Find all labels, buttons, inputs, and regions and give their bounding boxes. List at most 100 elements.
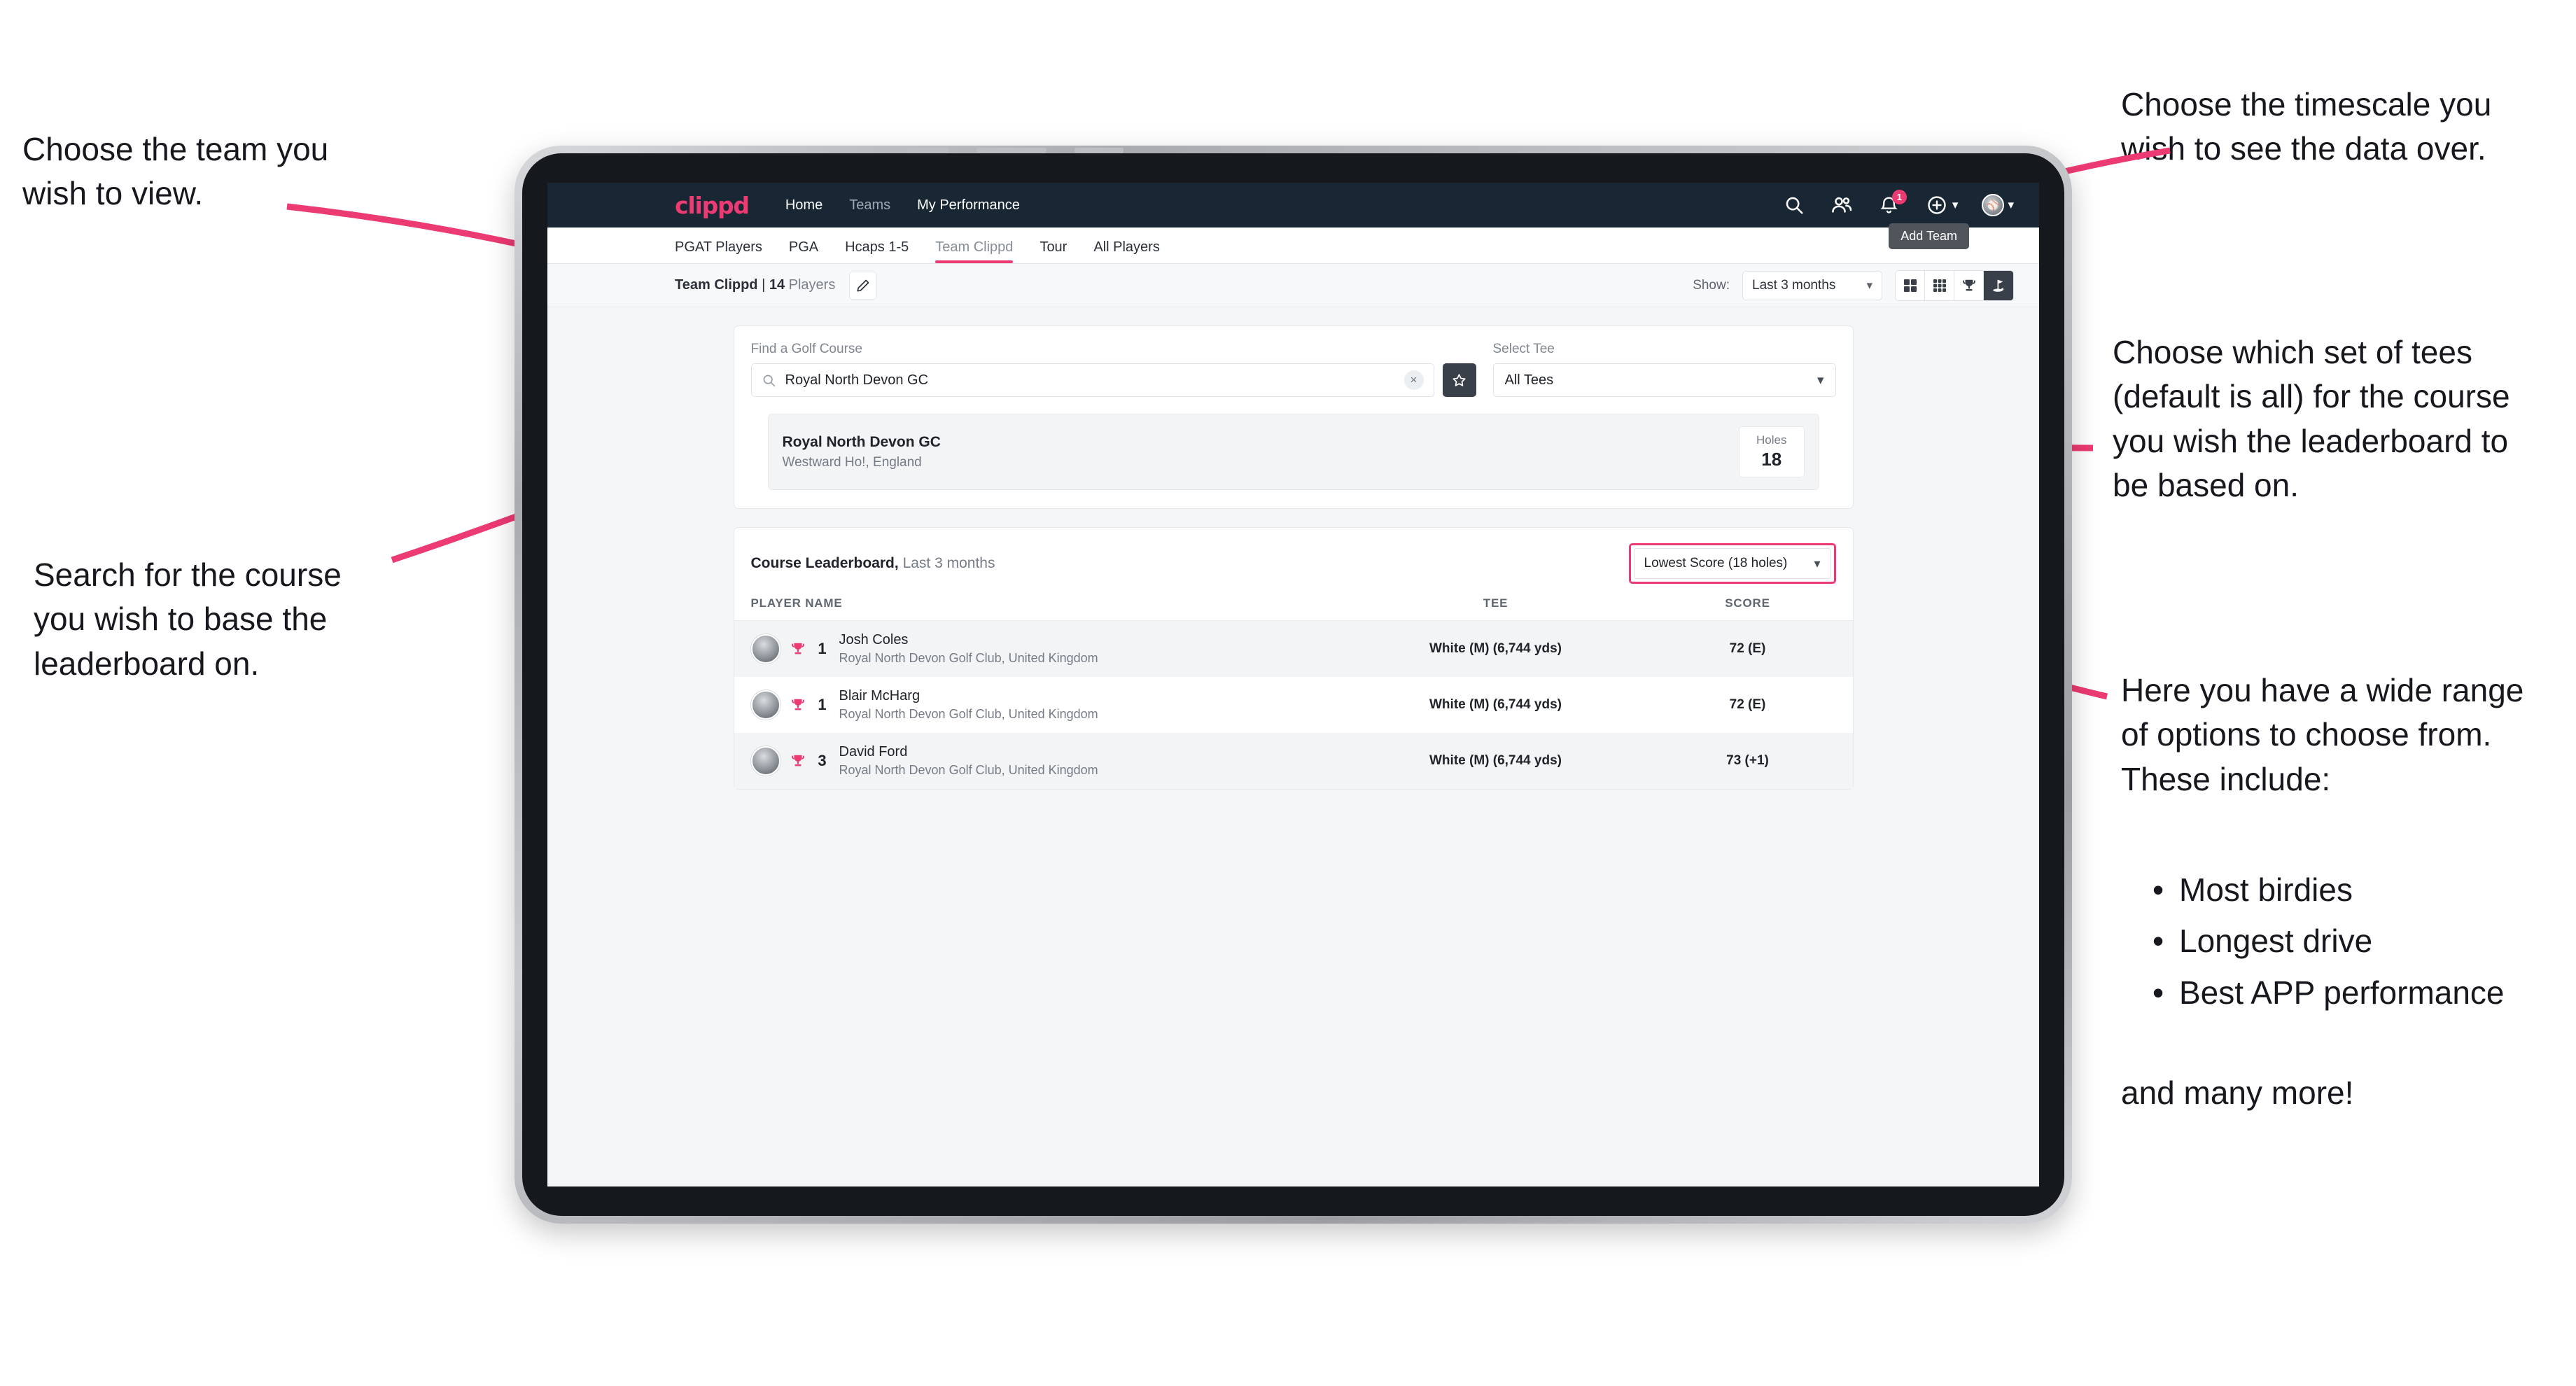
tab-hcaps-1-5[interactable]: Hcaps 1-5 — [845, 239, 909, 263]
tab-all-players[interactable]: All Players — [1093, 239, 1159, 263]
leaderboard-title-sub: Last 3 months — [898, 555, 995, 571]
find-course-label: Find a Golf Course — [750, 342, 862, 356]
course-search-card: Find a Golf Course Royal North Devon GC … — [733, 326, 1854, 509]
search-input-line: Royal North Devon GC × — [750, 363, 1476, 397]
tee-select[interactable]: All Tees ▾ — [1492, 363, 1836, 397]
annotation-tees: Choose which set of tees (default is all… — [2113, 334, 2510, 504]
tablet-bezel: clippd Home Teams My Performance 1 ▾ ⚾ ▾… — [522, 153, 2064, 1216]
player-count: 14 — [769, 277, 785, 293]
separator: | — [757, 277, 769, 293]
metric-select-value: Lowest Score (18 holes) — [1644, 556, 1788, 570]
option-label: Most birdies — [2179, 872, 2353, 908]
list-item: • Most birdies — [2152, 868, 2576, 912]
column-player-name: PLAYER NAME — [734, 596, 1349, 621]
plus-circle-icon[interactable] — [1925, 193, 1949, 217]
holes-label: Holes — [1756, 433, 1787, 447]
player-cell: 1 Josh Coles Royal North Devon Golf Club… — [750, 631, 1349, 666]
trophy-icon — [791, 755, 804, 766]
annotation-timescale: Choose the timescale you wish to see the… — [2121, 86, 2492, 167]
course-pin-view-button[interactable] — [1984, 270, 2013, 300]
table-row[interactable]: 1 Josh Coles Royal North Devon Golf Club… — [734, 620, 1853, 677]
player-club: Royal North Devon Golf Club, United King… — [839, 762, 1098, 777]
grid-3x3-view-button[interactable] — [1925, 270, 1954, 300]
list-item: • Longest drive — [2152, 919, 2576, 963]
trophy-icon — [1962, 279, 1975, 290]
header-actions: 1 ▾ ⚾ ▾ — [1782, 190, 2014, 217]
trophy-icon — [791, 699, 804, 710]
clear-search-button[interactable]: × — [1404, 370, 1424, 390]
leaderboard-title: Course Leaderboard, Last 3 months — [751, 555, 995, 572]
annotation-options-outro: and many more! — [2121, 1074, 2354, 1111]
avatar — [750, 634, 780, 664]
player-tee: White (M) (6,744 yds) — [1429, 752, 1562, 768]
device-button — [1074, 148, 1124, 153]
player-score: 72 (E) — [1729, 696, 1766, 712]
player-name: Blair McHarg — [839, 687, 920, 704]
notification-badge: 1 — [1891, 190, 1907, 204]
trophy-view-button[interactable] — [1954, 270, 1984, 300]
nav-link-home[interactable]: Home — [785, 197, 822, 214]
annotation-options-list: • Most birdies • Longest drive • Best AP… — [2152, 868, 2576, 1022]
main-content: Find a Golf Course Royal North Devon GC … — [547, 307, 2039, 790]
player-info: David Ford Royal North Devon Golf Club, … — [839, 744, 1098, 778]
favourite-course-button[interactable] — [1442, 363, 1476, 397]
leaderboard-table-body: 1 Josh Coles Royal North Devon Golf Club… — [734, 620, 1853, 789]
team-name: Team Clippd — [675, 277, 758, 293]
chevron-down-icon: ▾ — [1866, 278, 1872, 292]
table-row[interactable]: 1 Blair McHarg Royal North Devon Golf Cl… — [734, 677, 1853, 733]
bullet-icon: • — [2152, 872, 2164, 908]
team-tabs: PGAT Players PGA Hcaps 1-5 Team Clippd T… — [547, 223, 2039, 264]
metric-select[interactable]: Lowest Score (18 holes) ▾ — [1633, 548, 1831, 579]
search-input[interactable]: Royal North Devon GC × — [750, 363, 1434, 397]
option-label: Longest drive — [2179, 923, 2373, 960]
column-score: SCORE — [1642, 596, 1853, 621]
device-button — [906, 148, 948, 153]
player-tee: White (M) (6,744 yds) — [1429, 696, 1562, 712]
rank-value: 3 — [818, 751, 827, 769]
avatar[interactable]: ⚾ — [1982, 194, 2005, 216]
grid-2x2-view-button[interactable] — [1896, 270, 1925, 300]
holes-badge: Holes 18 — [1739, 426, 1805, 477]
edit-team-button[interactable] — [849, 271, 878, 300]
add-team-tooltip: Add Team — [1889, 223, 1969, 249]
annotation-options-intro: Here you have a wide range of options to… — [2121, 672, 2524, 797]
star-icon — [1452, 373, 1466, 386]
avatar — [750, 690, 780, 720]
avatar — [750, 746, 780, 776]
tab-tour[interactable]: Tour — [1040, 239, 1067, 263]
nav-link-teams[interactable]: Teams — [849, 197, 890, 214]
chevron-down-icon: ▾ — [1814, 556, 1821, 570]
tee-select-value: All Tees — [1504, 372, 1554, 388]
bell-icon[interactable]: 1 — [1877, 190, 1907, 217]
table-row[interactable]: 3 David Ford Royal North Devon Golf Club… — [734, 732, 1853, 789]
search-icon — [763, 374, 775, 386]
rank-value: 1 — [818, 695, 827, 713]
course-leaderboard-card: Course Leaderboard, Last 3 months Lowest… — [733, 527, 1854, 790]
add-menu[interactable]: ▾ — [1925, 193, 1959, 217]
tab-pgat-players[interactable]: PGAT Players — [675, 239, 762, 263]
people-icon[interactable] — [1830, 193, 1854, 217]
chevron-down-icon: ▾ — [1952, 198, 1959, 211]
player-club: Royal North Devon Golf Club, United King… — [839, 650, 1098, 665]
player-name: Josh Coles — [839, 631, 909, 648]
golf-flag-icon — [1993, 279, 2004, 292]
timescale-select[interactable]: Last 3 months ▾ — [1742, 270, 1882, 300]
chevron-down-icon: ▾ — [1816, 372, 1824, 388]
rank-value: 1 — [818, 639, 827, 657]
trophy-icon — [791, 643, 804, 654]
search-icon[interactable] — [1782, 193, 1806, 217]
annotation-choose-team: Choose the team you wish to view. — [22, 131, 329, 212]
nav-link-my-performance[interactable]: My Performance — [917, 197, 1020, 214]
course-result-row[interactable]: Royal North Devon GC Westward Ho!, Engla… — [767, 414, 1819, 490]
player-score: 72 (E) — [1729, 640, 1766, 656]
metric-select-highlight: Lowest Score (18 holes) ▾ — [1628, 543, 1836, 584]
account-menu[interactable]: ⚾ ▾ — [1982, 194, 2014, 216]
course-result-text: Royal North Devon GC Westward Ho!, Engla… — [783, 434, 941, 470]
tab-team-clippd[interactable]: Team Clippd — [935, 239, 1014, 263]
device-button — [976, 148, 1046, 153]
clippd-logo[interactable]: clippd — [675, 192, 750, 219]
player-cell: 3 David Ford Royal North Devon Golf Club… — [750, 744, 1349, 778]
bullet-icon: • — [2152, 923, 2164, 960]
course-result-location: Westward Ho!, England — [782, 454, 922, 470]
tab-pga[interactable]: PGA — [789, 239, 818, 263]
